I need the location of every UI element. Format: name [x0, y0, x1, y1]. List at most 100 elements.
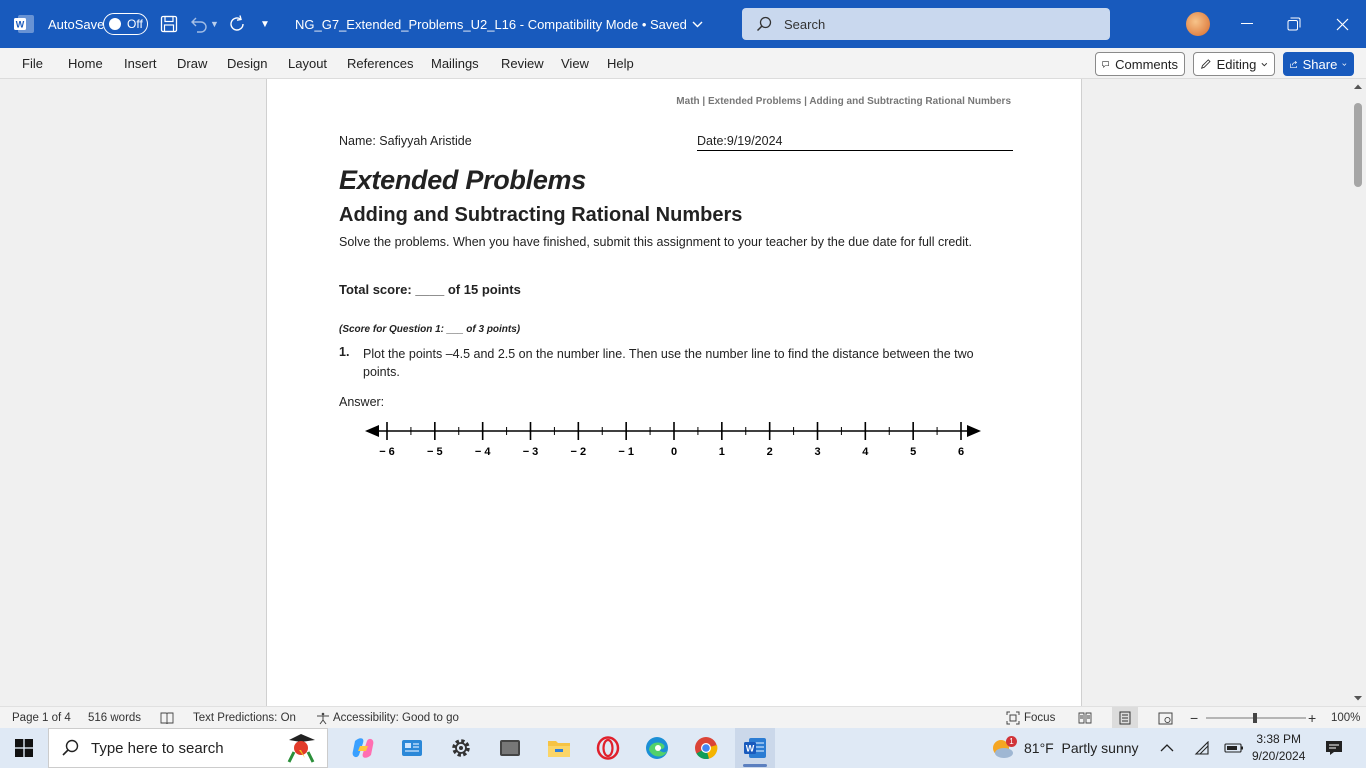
- page-count[interactable]: Page 1 of 4: [12, 707, 71, 729]
- editing-mode-button[interactable]: Editing: [1193, 52, 1275, 76]
- tick-label: 6: [958, 446, 964, 458]
- search-placeholder: Search: [784, 16, 826, 32]
- student-name: Name: Safiyyah Aristide: [339, 134, 472, 148]
- redo-icon[interactable]: [228, 0, 248, 48]
- svg-text:W: W: [16, 20, 25, 30]
- tab-help[interactable]: Help: [607, 48, 634, 79]
- title-bar: W AutoSave Off ▼ ▼ NG_G7_Extended_Proble…: [0, 0, 1366, 48]
- left-arrow-icon: [365, 425, 379, 437]
- zoom-slider[interactable]: [1206, 707, 1306, 729]
- settings-gear-icon[interactable]: [441, 728, 481, 768]
- tab-review[interactable]: Review: [501, 48, 544, 79]
- widgets-app-icon[interactable]: [392, 728, 432, 768]
- terminal-app-icon[interactable]: [490, 728, 530, 768]
- tab-draw[interactable]: Draw: [177, 48, 207, 79]
- svg-text:W: W: [746, 744, 755, 754]
- question-1-text: Plot the points –4.5 and 2.5 on the numb…: [363, 347, 974, 379]
- wifi-icon[interactable]: [1194, 728, 1210, 768]
- scroll-thumb[interactable]: [1354, 103, 1362, 187]
- customize-toolbar-icon[interactable]: ▼: [260, 0, 270, 48]
- share-icon: [1290, 60, 1298, 68]
- tab-layout[interactable]: Layout: [288, 48, 327, 79]
- opera-browser-icon[interactable]: [588, 728, 628, 768]
- number-line: − 6 − 5 − 4 − 3 − 2 − 1 0 1 2 3 4 5 6: [365, 422, 981, 458]
- comments-button[interactable]: Comments: [1095, 52, 1185, 76]
- search-highlight-icon: [287, 734, 315, 763]
- share-label: Share: [1302, 56, 1338, 72]
- pencil-icon: [1200, 59, 1211, 69]
- minimize-icon[interactable]: [1238, 0, 1256, 48]
- search-box[interactable]: Search: [742, 8, 1110, 40]
- read-mode-icon[interactable]: [1078, 707, 1092, 729]
- accessibility-icon: [317, 712, 329, 724]
- weather-widget[interactable]: 1 81°F Partly sunny: [990, 728, 1139, 768]
- undo-dropdown-icon[interactable]: ▼: [210, 0, 219, 48]
- tab-mailings[interactable]: Mailings: [431, 48, 479, 79]
- tick-label: 2: [767, 446, 773, 458]
- file-explorer-icon[interactable]: [539, 728, 579, 768]
- system-clock[interactable]: 3:38 PM 9/20/2024: [1252, 728, 1305, 768]
- chrome-browser-icon[interactable]: [686, 728, 726, 768]
- web-layout-icon[interactable]: [1158, 707, 1173, 729]
- proofing-icon[interactable]: [160, 707, 174, 729]
- chevron-up-icon[interactable]: [1160, 728, 1174, 768]
- search-icon: [62, 739, 79, 756]
- tick-label: 4: [862, 446, 869, 458]
- word-taskbar-icon[interactable]: W: [735, 728, 775, 768]
- zoom-out-icon[interactable]: −: [1190, 707, 1198, 729]
- zoom-level[interactable]: 100%: [1331, 707, 1360, 729]
- document-page[interactable]: Math | Extended Problems | Adding and Su…: [266, 79, 1082, 706]
- print-layout-icon[interactable]: [1112, 707, 1138, 729]
- answer-label: Answer:: [339, 395, 385, 409]
- editing-label: Editing: [1216, 56, 1257, 72]
- tick-label: − 4: [475, 446, 491, 458]
- document-title[interactable]: NG_G7_Extended_Problems_U2_L16 - Compati…: [295, 0, 703, 48]
- search-icon: [756, 16, 772, 32]
- battery-icon[interactable]: [1224, 728, 1244, 768]
- notifications-icon[interactable]: [1325, 728, 1343, 768]
- text-predictions[interactable]: Text Predictions: On: [193, 707, 296, 729]
- weather-text: 81°F Partly sunny: [1024, 740, 1139, 756]
- autosave-toggle[interactable]: Off: [103, 13, 148, 35]
- comments-label: Comments: [1115, 56, 1178, 72]
- document-title-text: NG_G7_Extended_Problems_U2_L16 - Compati…: [295, 16, 687, 32]
- word-count[interactable]: 516 words: [88, 707, 141, 729]
- avatar-image: [1186, 12, 1210, 36]
- tab-view[interactable]: View: [561, 48, 589, 79]
- close-icon[interactable]: [1333, 0, 1351, 48]
- page-header: Math | Extended Problems | Adding and Su…: [676, 96, 1011, 107]
- tab-references[interactable]: References: [347, 48, 413, 79]
- vertical-scrollbar[interactable]: [1350, 79, 1366, 706]
- tab-insert[interactable]: Insert: [124, 48, 157, 79]
- taskbar-search-placeholder: Type here to search: [91, 739, 224, 757]
- document-canvas[interactable]: Math | Extended Problems | Adding and Su…: [0, 79, 1350, 706]
- copilot-icon[interactable]: [343, 728, 383, 768]
- accessibility-status[interactable]: Accessibility: Good to go: [316, 707, 459, 729]
- share-button[interactable]: Share: [1283, 52, 1354, 76]
- save-icon[interactable]: [160, 0, 178, 48]
- tick-label: 5: [910, 446, 916, 458]
- assignment-date: Date:9/19/2024: [697, 134, 1013, 151]
- edge-browser-icon[interactable]: [637, 728, 677, 768]
- tab-home[interactable]: Home: [68, 48, 103, 79]
- account-avatar[interactable]: [1186, 0, 1210, 48]
- maximize-icon[interactable]: [1285, 0, 1303, 48]
- instructions: Solve the problems. When you have finish…: [339, 235, 972, 249]
- zoom-in-icon[interactable]: +: [1308, 707, 1316, 729]
- taskbar-search[interactable]: Type here to search: [48, 728, 328, 768]
- tab-file[interactable]: File: [22, 48, 43, 79]
- weather-badge: 1: [1006, 736, 1017, 747]
- scroll-up-icon[interactable]: [1353, 83, 1363, 90]
- undo-icon[interactable]: [188, 0, 208, 48]
- focus-icon: [1006, 711, 1020, 725]
- autosave-state: Off: [127, 17, 143, 31]
- focus-mode-button[interactable]: Focus: [1006, 707, 1055, 729]
- scroll-down-icon[interactable]: [1353, 695, 1363, 702]
- tab-design[interactable]: Design: [227, 48, 267, 79]
- windows-start-icon[interactable]: [15, 728, 33, 768]
- accessibility-label: Accessibility: Good to go: [333, 712, 459, 724]
- status-bar: Page 1 of 4 516 words Text Predictions: …: [0, 706, 1366, 729]
- clock-date: 9/20/2024: [1252, 749, 1306, 763]
- zoom-thumb[interactable]: [1253, 713, 1257, 723]
- tick-label: 0: [671, 446, 677, 458]
